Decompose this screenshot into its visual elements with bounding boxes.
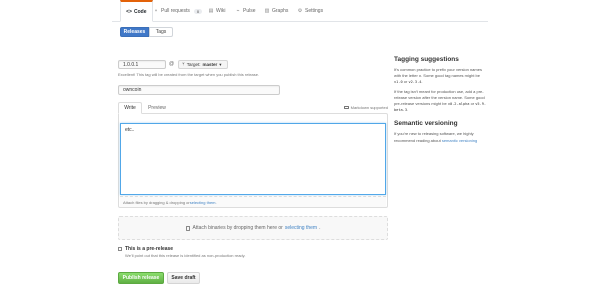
prerelease-note: We'll point out that this release is ide… [125, 253, 246, 258]
release-title-input[interactable]: owncoin [118, 85, 280, 95]
description-editor: Write Preview Markdown supported etc.. A… [118, 102, 388, 208]
tab-wiki-label: Wiki [216, 8, 226, 14]
pull-request-icon: ⑂ [154, 8, 158, 14]
attach-text: Attach files by dragging & dropping or [123, 199, 190, 205]
tag-name-input[interactable]: 1.0.0.1 [118, 60, 166, 69]
markdown-hint-label: Markdown supported [350, 105, 388, 110]
attach-select-link[interactable]: selecting them [190, 200, 216, 205]
tab-settings-label: Settings [305, 8, 324, 14]
tab-write[interactable]: Write [118, 102, 142, 114]
tag-note: Excellent! This tag will be created from… [118, 72, 260, 77]
binaries-dropzone[interactable]: Attach binaries by dropping them here or… [118, 216, 388, 240]
code: v2.3.4 [408, 80, 422, 85]
tagging-suggestions-title: Tagging suggestions [394, 56, 459, 63]
prerelease-checkbox[interactable] [118, 247, 122, 251]
tab-wiki[interactable]: ▤ Wiki [208, 0, 226, 22]
dropzone-text-end: . [319, 225, 321, 231]
target-branch-name: master [202, 62, 218, 67]
text: . [406, 107, 409, 113]
tags-button[interactable]: Tags [149, 27, 173, 37]
book-icon: ▤ [208, 8, 214, 14]
target-prefix: Target: [186, 62, 201, 67]
tab-code[interactable]: <> Code [120, 0, 153, 22]
pulse-icon: ⌁ [236, 8, 240, 14]
editor-frame: etc.. Attach files by dragging & droppin… [118, 113, 388, 208]
semver-link[interactable]: semantic versioning [442, 138, 477, 143]
tab-code-label: Code [134, 8, 147, 15]
graph-icon: ▥ [264, 8, 270, 14]
repo-nav: <> Code ⑂ Pull requests 0 ▤ Wiki ⌁ Pulse… [112, 0, 488, 22]
tab-graphs[interactable]: ▥ Graphs [264, 0, 289, 22]
gear-icon: ⚙ [297, 8, 303, 14]
tab-pull-requests-label: Pull requests [161, 8, 190, 14]
sidebar: Tagging suggestions It’s common practice… [394, 56, 488, 147]
description-textarea[interactable]: etc.. [120, 123, 386, 195]
releases-button[interactable]: Releases [120, 27, 149, 37]
dropzone-select-link[interactable]: selecting them [285, 225, 317, 231]
at-symbol: @ [169, 61, 175, 67]
attach-files-bar[interactable]: Attach files by dragging & dropping or s… [120, 196, 386, 207]
dropzone-text: Attach binaries by dropping them here or [192, 225, 283, 231]
tab-pulse-label: Pulse [243, 8, 256, 14]
semantic-versioning-title: Semantic versioning [394, 120, 458, 128]
publish-release-button[interactable]: Publish release [118, 272, 164, 284]
text: . Some good tag names might be [421, 73, 481, 79]
file-icon [185, 225, 190, 231]
tab-settings[interactable]: ⚙ Settings [297, 0, 323, 22]
branch-icon: ᛘ [182, 62, 185, 67]
tagging-paragraph-2: If the tag isn’t meant for production us… [394, 89, 488, 114]
target-branch-button[interactable]: ᛘ Target: master ▾ [178, 60, 228, 69]
tab-pull-requests[interactable]: ⑂ Pull requests 0 [153, 0, 203, 22]
chevron-down-icon: ▾ [219, 61, 222, 67]
code-icon: <> [126, 8, 132, 15]
text: . [421, 79, 423, 85]
tagging-paragraph-1: It’s common practice to prefix your vers… [394, 67, 488, 86]
code: v0.2-alpha [447, 102, 470, 107]
semver-paragraph: If you’re new to releasing software, we … [394, 131, 488, 143]
markdown-hint[interactable]: Markdown supported [343, 105, 388, 110]
attach-text-end: . [215, 199, 217, 205]
pull-requests-count: 0 [193, 8, 203, 14]
markdown-icon [343, 105, 349, 110]
code: v1.0 [394, 80, 403, 85]
tab-pulse[interactable]: ⌁ Pulse [235, 0, 256, 22]
tab-graphs-label: Graphs [272, 8, 289, 14]
prerelease-label[interactable]: This is a pre-release [125, 246, 173, 252]
save-draft-button[interactable]: Save draft [167, 272, 200, 284]
